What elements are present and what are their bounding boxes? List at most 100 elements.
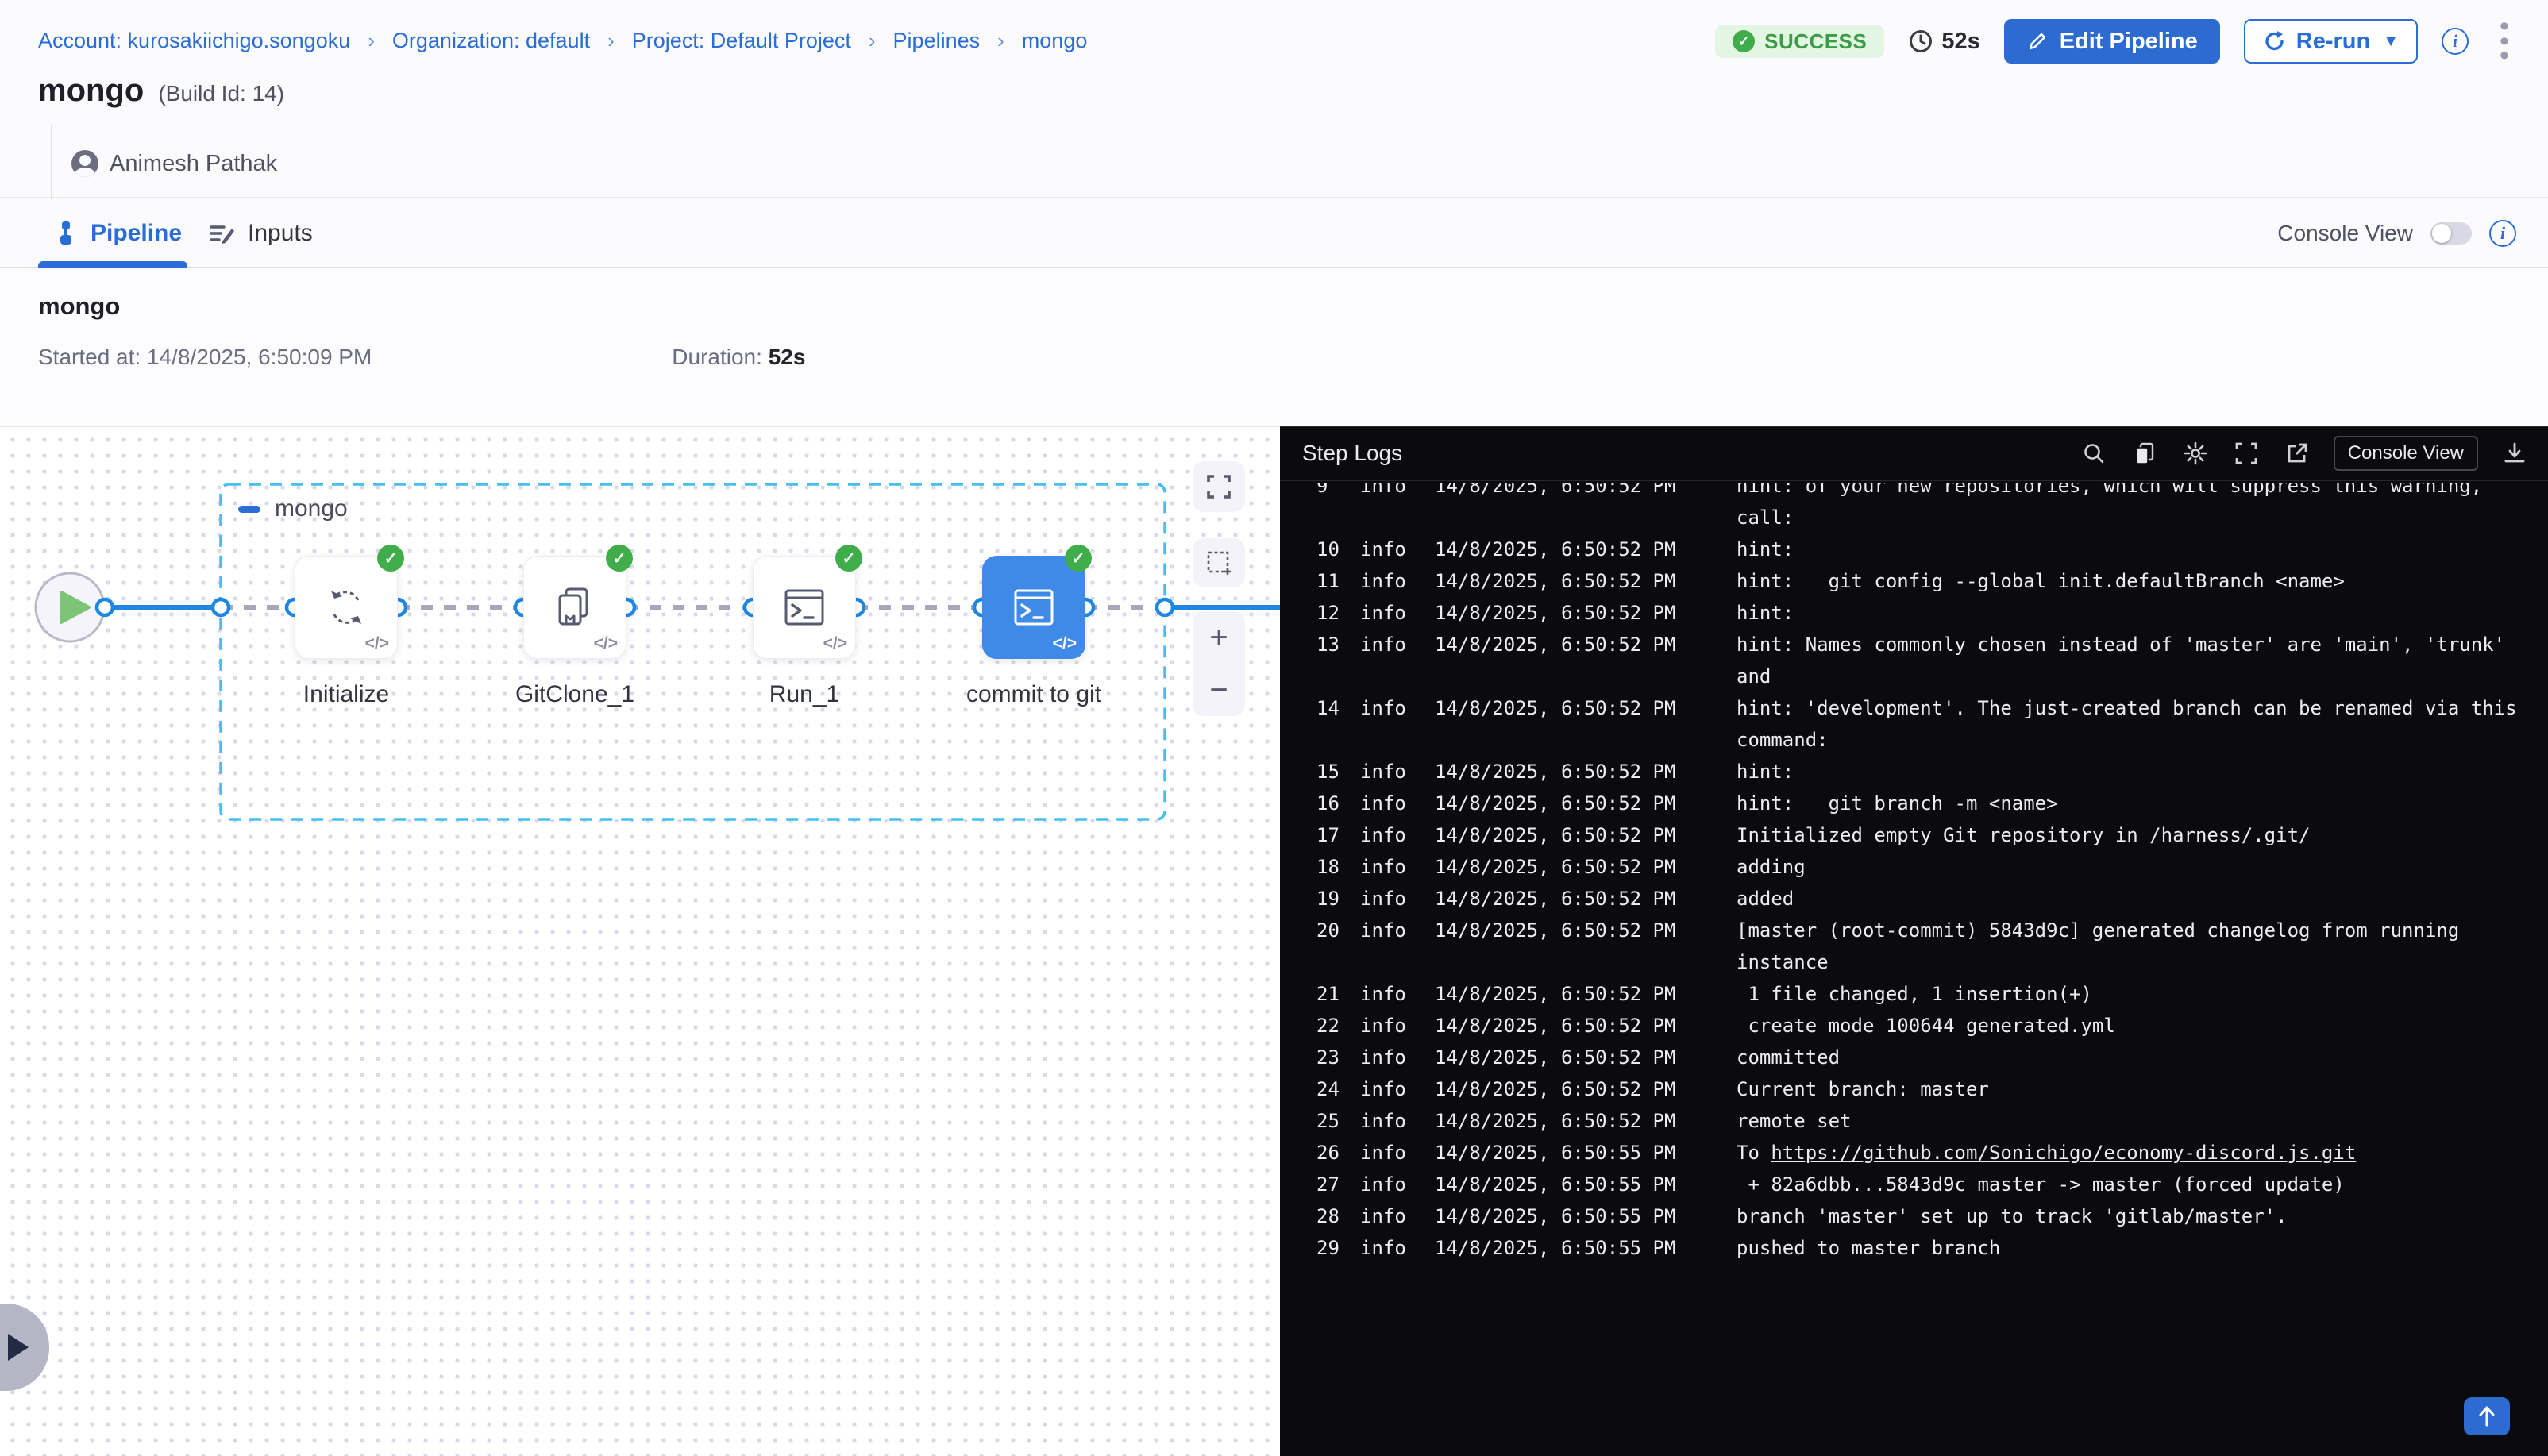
log-row: 10info14/8/2025, 6:50:52 PMhint: bbox=[1316, 533, 2548, 565]
code-icon: </> bbox=[594, 634, 618, 653]
breadcrumb-separator: › bbox=[997, 29, 1004, 53]
build-id: (Build Id: 14) bbox=[158, 81, 284, 106]
info-icon[interactable]: i bbox=[2442, 28, 2469, 55]
code-icon: </> bbox=[1053, 634, 1077, 653]
step-node-initialize[interactable]: </> ✓ Initialize bbox=[295, 556, 398, 659]
log-row: 27info14/8/2025, 6:50:55 PM + 82a6dbb...… bbox=[1316, 1169, 2548, 1200]
open-logs-new-tab-button[interactable] bbox=[2283, 439, 2311, 468]
chevron-right-icon bbox=[8, 1334, 29, 1361]
console-view-info-icon[interactable]: i bbox=[2489, 220, 2516, 247]
step-logs-panel: Step Logs bbox=[1280, 426, 2548, 1456]
step-node-run[interactable]: </> ✓ Run_1 bbox=[753, 556, 856, 659]
success-badge-icon: ✓ bbox=[1065, 545, 1092, 572]
run-info-strip: mongo Started at: 14/8/2025, 6:50:09 PM … bbox=[0, 268, 2548, 426]
search-logs-button[interactable] bbox=[2080, 439, 2108, 468]
console-view-control: Console View i bbox=[2277, 200, 2516, 267]
console-view-button[interactable]: Console View bbox=[2334, 436, 2478, 471]
toggle-knob bbox=[2432, 224, 2451, 243]
fullscreen-icon bbox=[2234, 441, 2259, 466]
success-badge-icon: ✓ bbox=[606, 545, 633, 572]
pipeline-execution-page: Account: kurosakiichigo.songoku › Organi… bbox=[0, 0, 2548, 1456]
tab-inputs[interactable]: Inputs bbox=[208, 200, 313, 267]
started-at: Started at: 14/8/2025, 6:50:09 PM bbox=[38, 345, 372, 370]
stage-group-label: mongo bbox=[238, 495, 348, 522]
breadcrumb-project[interactable]: Project: Default Project bbox=[632, 29, 851, 53]
log-row: 21info14/8/2025, 6:50:52 PM 1 file chang… bbox=[1316, 978, 2548, 1010]
download-logs-button[interactable] bbox=[2500, 439, 2529, 468]
step-logs-title: Step Logs bbox=[1302, 441, 1402, 466]
search-icon bbox=[2081, 441, 2107, 466]
log-row: 29info14/8/2025, 6:50:55 PMpushed to mas… bbox=[1316, 1232, 2548, 1264]
step-label: GitClone_1 bbox=[456, 681, 694, 708]
log-row: 22info14/8/2025, 6:50:52 PM create mode … bbox=[1316, 1010, 2548, 1042]
log-row: 28info14/8/2025, 6:50:55 PMbranch 'maste… bbox=[1316, 1200, 2548, 1232]
clock-icon bbox=[1908, 29, 1933, 54]
edit-pipeline-button[interactable]: Edit Pipeline bbox=[2004, 19, 2220, 64]
git-clone-icon bbox=[550, 583, 599, 632]
rerun-button[interactable]: Re-run ▼ bbox=[2244, 19, 2418, 64]
run-meta: Started at: 14/8/2025, 6:50:09 PM Durati… bbox=[38, 345, 805, 370]
terminal-icon bbox=[1009, 583, 1058, 632]
step-logs-header: Step Logs bbox=[1280, 427, 2548, 481]
arrow-up-icon bbox=[2477, 1405, 2497, 1427]
log-row: 16info14/8/2025, 6:50:52 PMhint: git bra… bbox=[1316, 788, 2548, 819]
log-row: 25info14/8/2025, 6:50:52 PMremote set bbox=[1316, 1105, 2548, 1137]
step-label: Run_1 bbox=[685, 681, 923, 708]
log-row: 9info14/8/2025, 6:50:52 PMhint: of your … bbox=[1316, 483, 2548, 533]
rerun-caret-icon: ▼ bbox=[2383, 33, 2399, 51]
log-row: 11info14/8/2025, 6:50:52 PMhint: git con… bbox=[1316, 565, 2548, 597]
run-name: mongo bbox=[38, 292, 120, 321]
tab-bar: Pipeline Inputs Console View i bbox=[0, 200, 2548, 268]
more-options-menu[interactable]: ••• bbox=[2492, 19, 2516, 64]
breadcrumb-current[interactable]: mongo bbox=[1022, 29, 1088, 53]
copy-logs-button[interactable] bbox=[2130, 439, 2159, 468]
zoom-out-button[interactable]: − bbox=[1193, 664, 1245, 716]
breadcrumb-organization[interactable]: Organization: default bbox=[392, 29, 590, 53]
duration: Duration: 52s bbox=[672, 345, 805, 370]
breadcrumb: Account: kurosakiichigo.songoku › Organi… bbox=[38, 29, 1087, 53]
breadcrumb-separator: › bbox=[869, 29, 876, 53]
console-view-toggle[interactable] bbox=[2430, 222, 2472, 245]
active-tab-underline bbox=[38, 261, 187, 268]
success-badge-icon: ✓ bbox=[835, 545, 862, 572]
zoom-in-button[interactable]: + bbox=[1193, 611, 1245, 664]
step-card: </> bbox=[523, 556, 626, 659]
marquee-select-button[interactable] bbox=[1193, 538, 1245, 587]
step-label: commit to git bbox=[915, 681, 1153, 708]
tab-pipeline-label: Pipeline bbox=[91, 220, 182, 247]
step-label: Initialize bbox=[227, 681, 465, 708]
step-card: </> bbox=[295, 556, 398, 659]
code-icon: </> bbox=[823, 634, 847, 653]
success-badge-icon: ✓ bbox=[377, 545, 404, 572]
log-link[interactable]: https://github.com/Sonichigo/economy-dis… bbox=[1771, 1142, 2356, 1164]
header-actions: ✓ SUCCESS 52s Edit Pipeline bbox=[1715, 19, 2516, 64]
title-row: mongo (Build Id: 14) bbox=[38, 73, 284, 109]
step-node-commit-to-git[interactable]: </> ✓ commit to git bbox=[982, 556, 1085, 659]
log-row: 18info14/8/2025, 6:50:52 PMadding bbox=[1316, 851, 2548, 883]
step-card: </> bbox=[982, 556, 1085, 659]
duration-indicator: 52s bbox=[1908, 29, 1979, 55]
fit-view-button[interactable] bbox=[1193, 461, 1245, 512]
fullscreen-icon bbox=[1205, 473, 1232, 500]
scroll-to-top-button[interactable] bbox=[2464, 1397, 2510, 1435]
log-settings-button[interactable] bbox=[2181, 439, 2210, 468]
rerun-icon bbox=[2263, 29, 2287, 53]
expand-logs-button[interactable] bbox=[2232, 439, 2261, 468]
inputs-icon bbox=[208, 219, 237, 248]
breadcrumb-account[interactable]: Account: kurosakiichigo.songoku bbox=[38, 29, 350, 53]
step-node-gitclone[interactable]: </> ✓ GitClone_1 bbox=[523, 556, 626, 659]
log-row: 17info14/8/2025, 6:50:52 PMInitialized e… bbox=[1316, 819, 2548, 851]
breadcrumb-pipelines[interactable]: Pipelines bbox=[893, 29, 981, 53]
spacer bbox=[391, 345, 653, 370]
refresh-icon bbox=[322, 583, 371, 632]
gear-icon bbox=[2182, 440, 2209, 467]
collapse-stage-button[interactable] bbox=[238, 506, 260, 513]
success-check-icon: ✓ bbox=[1733, 30, 1755, 52]
download-icon bbox=[2502, 441, 2527, 466]
log-row: 12info14/8/2025, 6:50:52 PMhint: bbox=[1316, 597, 2548, 629]
log-row: 15info14/8/2025, 6:50:52 PMhint: bbox=[1316, 756, 2548, 788]
breadcrumb-separator: › bbox=[607, 29, 615, 53]
pipeline-canvas[interactable]: mongo </> ✓ Initialize bbox=[0, 426, 1280, 1456]
tab-pipeline[interactable]: Pipeline bbox=[52, 200, 182, 267]
code-icon: </> bbox=[365, 634, 389, 653]
